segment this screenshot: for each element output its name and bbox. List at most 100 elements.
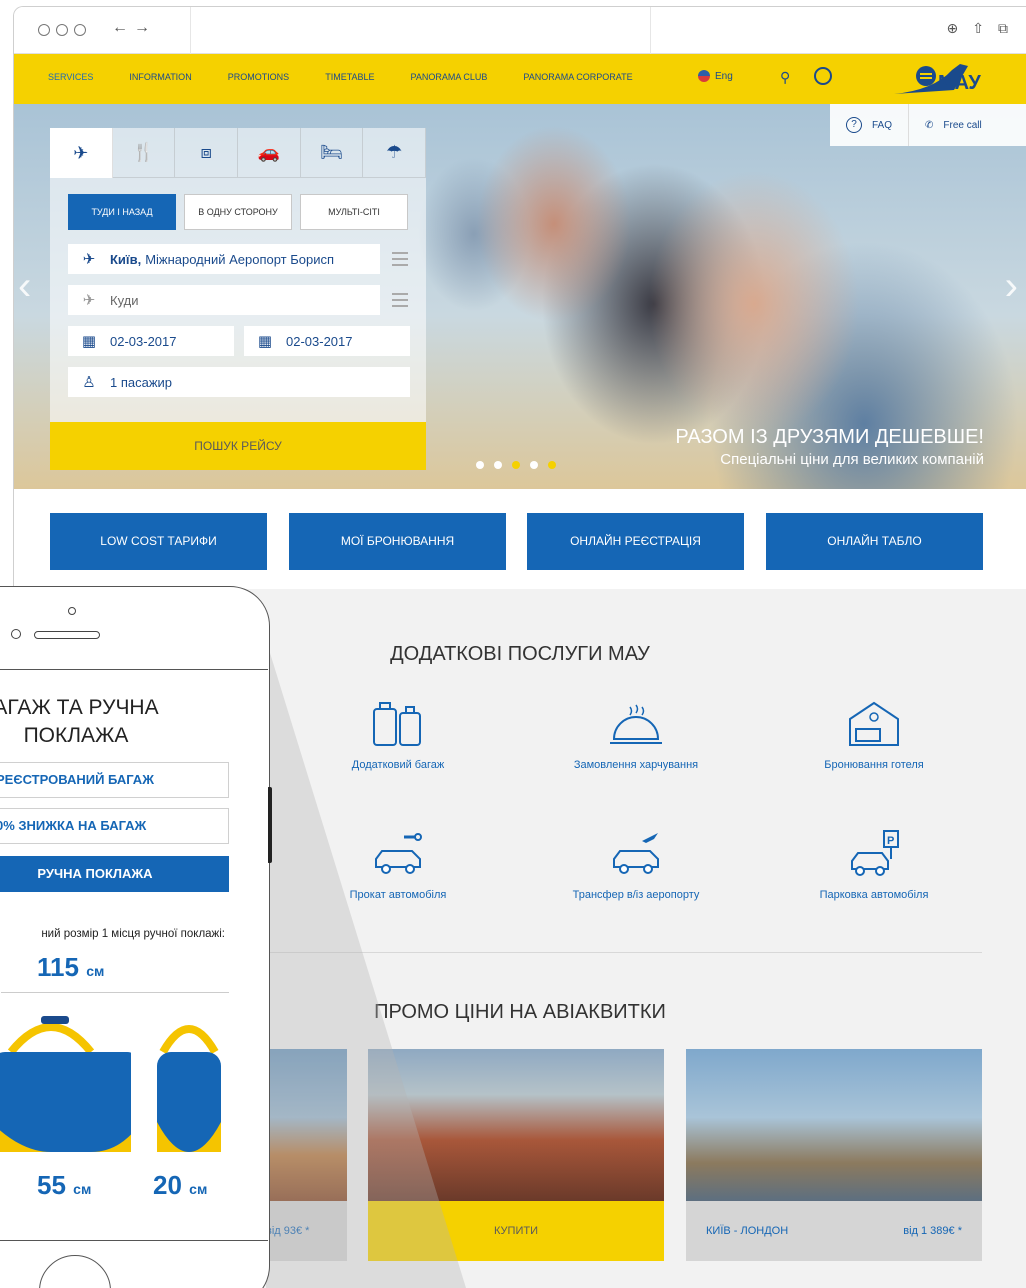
help-bar: ? FAQ ✆ Free call: [830, 104, 1026, 146]
home-button[interactable]: [39, 1255, 111, 1288]
city-image: [368, 1049, 664, 1201]
hero-prev-arrow-icon[interactable]: ‹: [18, 264, 31, 309]
nav-item-panorama-corporate[interactable]: PANORAMA CORPORATE: [523, 72, 632, 82]
passengers-value: 1 пасажир: [110, 374, 173, 390]
nav-item-services[interactable]: SERVICES: [48, 72, 93, 82]
forward-arrow-icon[interactable]: →: [134, 19, 156, 36]
tabs-icon[interactable]: ⧉: [998, 20, 1008, 37]
buy-button[interactable]: КУПИТИ: [368, 1201, 664, 1261]
flag-icon: [698, 70, 710, 82]
departure-date-field[interactable]: ▦ 02-03-2017: [68, 326, 234, 356]
nav-item-panorama-club[interactable]: PANORAMA CLUB: [411, 72, 488, 82]
carousel-dots: [476, 461, 556, 469]
promo-route: КИЇВ - ЛОНДОН: [706, 1225, 789, 1237]
close-window-icon[interactable]: [38, 24, 50, 36]
carousel-dot[interactable]: [476, 461, 484, 469]
service-airport-transfer[interactable]: Трансфер в/із аеропорту: [516, 819, 756, 901]
bag-width: 55 см: [37, 1170, 91, 1201]
browser-toolbar: ←→ ⊕ ⇧ ⧉: [14, 7, 1026, 54]
insurance-tab-icon[interactable]: ☂: [363, 128, 427, 178]
service-label: Парковка автомобіля: [819, 889, 929, 901]
trip-type-tabs: ТУДИ І НАЗАД В ОДНУ СТОРОНУ МУЛЬТІ-СІТІ: [50, 178, 426, 230]
toolbar-divider: [190, 7, 191, 54]
language-label: Eng: [715, 70, 733, 82]
carousel-dot[interactable]: [548, 461, 556, 469]
hero-title: РАЗОМ ІЗ ДРУЗЯМИ ДЕШЕВШЕ!: [675, 426, 984, 448]
airline-logo-text: МАУ: [938, 72, 981, 94]
minimize-window-icon[interactable]: [56, 24, 68, 36]
total-size: 115 см: [37, 952, 104, 983]
arrival-plane-icon: ✈: [82, 292, 96, 309]
passengers-field[interactable]: ♙ 1 пасажир: [68, 367, 410, 397]
question-icon: ?: [846, 117, 862, 133]
carousel-dot-active[interactable]: [512, 461, 520, 469]
svg-text:P: P: [887, 835, 894, 847]
baggage-tab-icon[interactable]: ⧈: [175, 128, 239, 178]
online-board-button[interactable]: ОНЛАЙН ТАБЛО: [766, 513, 983, 570]
service-hotel-booking[interactable]: Бронювання готеля: [754, 689, 994, 771]
language-switcher[interactable]: Eng: [698, 70, 733, 82]
baggage-title-line-1: АГАЖ ТА РУЧНА: [0, 696, 159, 719]
phone-mockup: АГАЖ ТА РУЧНА ПОКЛАЖА РЕЄСТРОВАНИЙ БАГАЖ…: [0, 586, 272, 1288]
tab-one-way[interactable]: В ОДНУ СТОРОНУ: [184, 194, 292, 230]
service-parking[interactable]: P Парковка автомобіля: [754, 819, 994, 901]
bag-depth: 20 см: [153, 1170, 207, 1201]
bag-width-value: 55: [37, 1170, 66, 1200]
service-extra-baggage[interactable]: Додатковий багаж: [278, 689, 518, 771]
calendar-icon: ▦: [81, 333, 97, 350]
service-meal-order[interactable]: Замовлення харчування: [516, 689, 756, 771]
service-car-rental[interactable]: Прокат автомобіля: [278, 819, 518, 901]
search-icon[interactable]: ⚲: [780, 69, 790, 86]
departure-date: 02-03-2017: [110, 333, 177, 349]
hotel-tab-icon[interactable]: 🛏: [300, 128, 364, 178]
back-arrow-icon[interactable]: ←: [112, 19, 134, 36]
user-account-icon[interactable]: [814, 67, 832, 85]
promo-card[interactable]: КУПИТИ: [368, 1049, 664, 1261]
airport-list-icon[interactable]: [392, 252, 408, 266]
nav-item-information[interactable]: INFORMATION: [129, 72, 191, 82]
return-date: 02-03-2017: [286, 333, 353, 349]
flights-tab-icon[interactable]: ✈: [50, 128, 113, 178]
history-arrows: ←→: [112, 19, 156, 37]
meals-tab-icon[interactable]: 🍴: [112, 128, 176, 178]
baggage-discount-button[interactable]: 0% ЗНИЖКА НА БАГАЖ: [0, 808, 229, 844]
camera-icon: [68, 607, 76, 615]
online-checkin-button[interactable]: ОНЛАЙН РЕЄСТРАЦІЯ: [527, 513, 744, 570]
search-flight-button[interactable]: ПОШУК РЕЙСУ: [50, 422, 426, 470]
to-field[interactable]: ✈ Куди: [68, 285, 408, 315]
car-plane-icon: [516, 819, 756, 879]
maximize-window-icon[interactable]: [74, 24, 86, 36]
window-controls: [38, 24, 86, 36]
size-unit: см: [189, 1181, 208, 1197]
faq-link[interactable]: ? FAQ: [830, 104, 908, 146]
carousel-dot[interactable]: [530, 461, 538, 469]
speaker-icon: [34, 631, 100, 639]
hero-next-arrow-icon[interactable]: ›: [1005, 264, 1018, 309]
baggage-title-line-2: ПОКЛАЖА: [23, 724, 129, 747]
download-icon[interactable]: ⊕: [947, 20, 959, 37]
nav-item-timetable[interactable]: TIMETABLE: [325, 72, 374, 82]
free-call-link[interactable]: ✆ Free call: [909, 104, 998, 146]
hand-luggage-button[interactable]: РУЧНА ПОКЛАЖА: [0, 856, 229, 892]
share-icon[interactable]: ⇧: [972, 20, 984, 37]
car-tab-icon[interactable]: 🚗: [238, 128, 301, 178]
from-field[interactable]: ✈ Київ, Міжнародний Аеропорт Борисп: [68, 244, 408, 274]
parking-icon: P: [754, 819, 994, 879]
nav-item-promotions[interactable]: PROMOTIONS: [228, 72, 290, 82]
low-cost-fares-button[interactable]: LOW COST ТАРИФИ: [50, 513, 267, 570]
promo-card[interactable]: КИЇВ - ЛОНДОН від 1 389€ *: [686, 1049, 982, 1261]
airport-list-icon[interactable]: [392, 293, 408, 307]
my-bookings-button[interactable]: МОЇ БРОНЮВАННЯ: [289, 513, 506, 570]
main-nav: SERVICES INFORMATION PROMOTIONS TIMETABL…: [14, 54, 1026, 104]
promo-info: КИЇВ - ЛОНДОН від 1 389€ *: [686, 1201, 982, 1261]
carousel-dot[interactable]: [494, 461, 502, 469]
registered-baggage-button[interactable]: РЕЄСТРОВАНИЙ БАГАЖ: [0, 762, 229, 798]
return-date-field[interactable]: ▦ 02-03-2017: [244, 326, 410, 356]
toolbar-divider: [650, 7, 651, 54]
service-label: Бронювання готеля: [824, 759, 924, 771]
tab-multi-city[interactable]: МУЛЬТІ-СІТІ: [300, 194, 408, 230]
bag-front-icon: [0, 1016, 131, 1152]
food-cloche-icon: [516, 689, 756, 749]
tab-round-trip[interactable]: ТУДИ І НАЗАД: [68, 194, 176, 230]
size-unit: см: [73, 1181, 92, 1197]
